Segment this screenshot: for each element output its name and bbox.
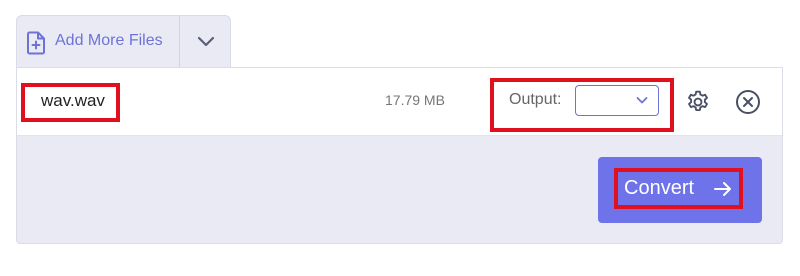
chevron-down-icon — [197, 36, 215, 47]
add-more-files-button[interactable]: Add More Files — [17, 16, 180, 68]
add-files-tab: Add More Files — [16, 15, 231, 68]
highlight-convert — [614, 168, 743, 209]
gear-icon[interactable] — [685, 89, 711, 115]
highlight-output — [490, 78, 674, 132]
close-circle-icon[interactable] — [735, 89, 761, 115]
highlight-filename — [21, 83, 120, 122]
add-files-dropdown-button[interactable] — [180, 16, 232, 68]
file-plus-icon — [27, 31, 45, 55]
add-more-files-label: Add More Files — [55, 32, 163, 49]
file-size: 17.79 MB — [385, 92, 445, 108]
